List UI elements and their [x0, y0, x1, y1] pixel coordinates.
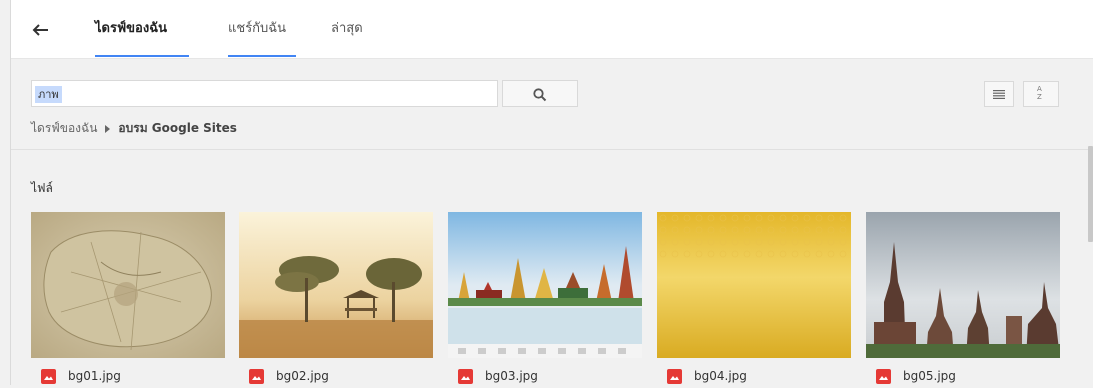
- file-name: bg03.jpg: [485, 369, 538, 383]
- breadcrumb: ไดรฟ์ของฉัน อบรม Google Sites: [31, 120, 237, 136]
- file-thumbnail: [239, 212, 433, 358]
- scrollbar-thumb[interactable]: [1088, 146, 1093, 242]
- image-file-icon: [667, 369, 682, 384]
- file-thumbnail: [657, 212, 851, 358]
- active-tab-indicator: [95, 55, 189, 57]
- sort-letter-bottom: Z: [1037, 93, 1042, 101]
- file-thumbnail: [866, 212, 1060, 358]
- file-thumbnail: [448, 212, 642, 358]
- list-view-icon: [993, 90, 1005, 99]
- sort-button[interactable]: A Z: [1023, 81, 1059, 107]
- back-arrow-icon[interactable]: [29, 18, 53, 42]
- search-icon: [533, 88, 547, 102]
- file-name: bg04.jpg: [694, 369, 747, 383]
- image-file-icon: [458, 369, 473, 384]
- sort-letter-top: A: [1037, 85, 1042, 93]
- file-name: bg05.jpg: [903, 369, 956, 383]
- image-file-icon: [41, 369, 56, 384]
- section-title: ไฟล์: [31, 181, 53, 195]
- list-view-button[interactable]: [984, 81, 1014, 107]
- scrollbar[interactable]: [1087, 146, 1093, 385]
- tab-indicator: [228, 55, 296, 57]
- search-query-text: ภาพ: [35, 86, 62, 103]
- file-picker: ไดรฟ์ของฉัน แชร์กับฉัน ล่าสุด ภาพ A Z ได…: [10, 0, 1093, 385]
- files-area: ไฟล์ bg01.jpg bg02.jpg bg03.jpg bg04.jpg…: [11, 146, 1093, 385]
- breadcrumb-root[interactable]: ไดรฟ์ของฉัน: [31, 121, 97, 135]
- file-name: bg02.jpg: [276, 369, 329, 383]
- file-thumbnail: [31, 212, 225, 358]
- image-file-icon: [876, 369, 891, 384]
- tab-bar: ไดรฟ์ของฉัน แชร์กับฉัน ล่าสุด: [11, 0, 1093, 59]
- breadcrumb-current: อบรม Google Sites: [118, 121, 237, 135]
- search-button[interactable]: [502, 80, 578, 107]
- tab-label: ล่าสุด: [331, 21, 363, 36]
- tab-label: แชร์กับฉัน: [228, 21, 287, 36]
- file-name: bg01.jpg: [68, 369, 121, 383]
- tab-shared-with-me[interactable]: แชร์กับฉัน: [228, 0, 296, 58]
- sort-az-icon: A Z: [1037, 85, 1042, 101]
- tab-label: ไดรฟ์ของฉัน: [95, 21, 167, 36]
- breadcrumb-arrow-icon: [105, 124, 111, 133]
- tab-recent[interactable]: ล่าสุด: [331, 0, 371, 58]
- search-input[interactable]: ภาพ: [31, 80, 498, 107]
- image-file-icon: [249, 369, 264, 384]
- tab-my-drive[interactable]: ไดรฟ์ของฉัน: [95, 0, 189, 58]
